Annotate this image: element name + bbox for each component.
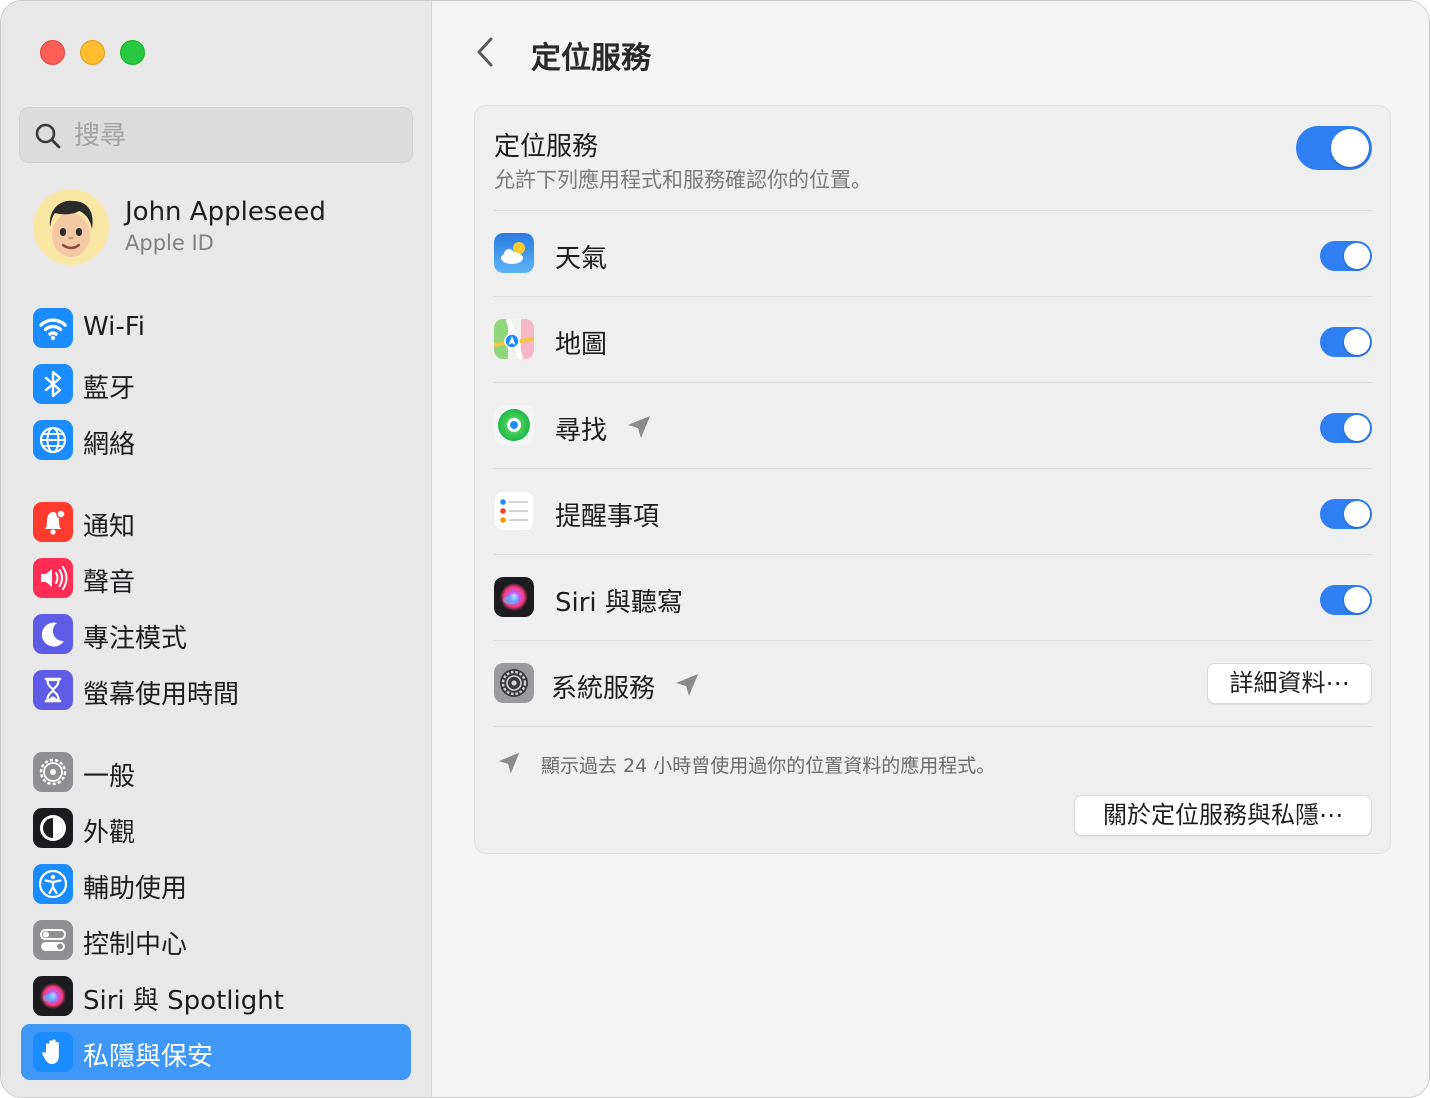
reminders-icon: [494, 491, 534, 531]
recent-location-arrow-icon: [628, 416, 650, 438]
sidebar-item-label: Wi-Fi: [83, 312, 146, 342]
sidebar-item-notifications[interactable]: 通知: [21, 494, 411, 550]
location-services-description: 允許下列應用程式和服務確認你的位置。: [494, 168, 872, 192]
sidebar: John Appleseed Apple ID Wi-Fi 藍牙: [1, 1, 432, 1097]
app-row-find-my: 尋找: [475, 383, 1392, 469]
search-input[interactable]: [74, 116, 394, 156]
speaker-icon: [33, 558, 73, 598]
sidebar-item-label: 私隱與保安: [83, 1042, 214, 1072]
sidebar-item-label: 專注模式: [83, 624, 188, 654]
sidebar-item-bluetooth[interactable]: 藍牙: [21, 356, 411, 412]
settings-window: John Appleseed Apple ID Wi-Fi 藍牙: [0, 0, 1430, 1098]
reminders-location-toggle[interactable]: [1320, 499, 1372, 529]
siri-icon: [33, 976, 73, 1016]
sidebar-item-label: 輔助使用: [83, 874, 188, 904]
apple-id-profile[interactable]: John Appleseed Apple ID: [33, 187, 403, 267]
wifi-icon: [33, 308, 73, 348]
appearance-icon: [33, 808, 73, 848]
back-chevron-icon[interactable]: [473, 35, 497, 69]
sidebar-item-label: 螢幕使用時間: [83, 680, 240, 710]
app-name: 系統服務: [551, 674, 656, 704]
sidebar-item-label: 聲音: [83, 568, 136, 598]
avatar: [33, 189, 109, 265]
moon-icon: [33, 614, 73, 654]
app-name: Siri 與聽寫: [555, 588, 683, 618]
sidebar-item-siri-spotlight[interactable]: Siri 與 Spotlight: [21, 968, 411, 1024]
sidebar-item-control-center[interactable]: 控制中心: [21, 912, 411, 968]
sidebar-item-label: 外觀: [83, 818, 136, 848]
app-name: 尋找: [555, 416, 608, 446]
search-field[interactable]: [19, 107, 413, 163]
sidebar-item-sound[interactable]: 聲音: [21, 550, 411, 606]
sidebar-item-general[interactable]: 一般: [21, 744, 411, 800]
gear-icon: [33, 752, 73, 792]
bell-icon: [33, 502, 73, 542]
recent-usage-note: 顯示過去 24 小時曾使用過你的位置資料的應用程式。: [541, 755, 996, 777]
system-settings-icon: [494, 663, 534, 703]
hand-icon: [33, 1032, 73, 1072]
sidebar-item-accessibility[interactable]: 輔助使用: [21, 856, 411, 912]
find-my-location-toggle[interactable]: [1320, 413, 1372, 443]
sidebar-item-appearance[interactable]: 外觀: [21, 800, 411, 856]
maps-icon: [494, 319, 534, 359]
location-services-title: 定位服務: [494, 132, 599, 162]
siri-icon: [494, 577, 534, 617]
app-name: 地圖: [555, 330, 608, 360]
sidebar-item-focus[interactable]: 專注模式: [21, 606, 411, 662]
location-arrow-icon: [498, 752, 520, 774]
sidebar-item-label: 控制中心: [83, 930, 188, 960]
main-pane: 定位服務 定位服務 允許下列應用程式和服務確認你的位置。 天氣 地圖 尋找 提醒…: [433, 1, 1429, 1097]
location-services-toggle[interactable]: [1296, 126, 1372, 170]
sidebar-item-label: 一般: [83, 762, 136, 792]
sidebar-item-label: 通知: [83, 512, 136, 542]
about-location-privacy-button[interactable]: 關於定位服務與私隱⋯: [1074, 795, 1372, 836]
accessibility-icon: [33, 864, 73, 904]
sidebar-item-label: 藍牙: [83, 374, 136, 404]
sidebar-item-privacy-security[interactable]: 私隱與保安: [21, 1024, 411, 1080]
close-window-button[interactable]: [40, 40, 65, 65]
sidebar-item-network[interactable]: 網絡: [21, 412, 411, 468]
page-title: 定位服務: [531, 41, 651, 76]
siri-dictation-location-toggle[interactable]: [1320, 585, 1372, 615]
find-my-icon: [494, 405, 534, 445]
hourglass-icon: [33, 670, 73, 710]
maps-location-toggle[interactable]: [1320, 327, 1372, 357]
minimize-window-button[interactable]: [80, 40, 105, 65]
app-row-weather: 天氣: [475, 211, 1392, 297]
profile-subtitle: Apple ID: [125, 231, 214, 255]
weather-location-toggle[interactable]: [1320, 241, 1372, 271]
app-row-reminders: 提醒事項: [475, 469, 1392, 555]
bluetooth-icon: [33, 364, 73, 404]
divider: [494, 726, 1372, 727]
weather-icon: [494, 233, 534, 273]
app-row-siri-dictation: Siri 與聽寫: [475, 555, 1392, 641]
profile-name: John Appleseed: [125, 197, 326, 227]
globe-icon: [33, 420, 73, 460]
location-services-card: 定位服務 允許下列應用程式和服務確認你的位置。 天氣 地圖 尋找 提醒事項 Si…: [474, 105, 1391, 854]
app-row-maps: 地圖: [475, 297, 1392, 383]
app-name: 天氣: [555, 244, 608, 274]
sidebar-item-screen-time[interactable]: 螢幕使用時間: [21, 662, 411, 718]
zoom-window-button[interactable]: [120, 40, 145, 65]
app-name: 提醒事項: [555, 502, 660, 532]
search-icon: [35, 123, 61, 149]
system-services-details-button[interactable]: 詳細資料⋯: [1207, 663, 1372, 704]
sidebar-item-wifi[interactable]: Wi-Fi: [21, 300, 411, 356]
control-center-icon: [33, 920, 73, 960]
recent-location-arrow-icon: [676, 674, 698, 696]
sidebar-item-label: 網絡: [83, 430, 136, 460]
sidebar-item-label: Siri 與 Spotlight: [83, 986, 284, 1016]
